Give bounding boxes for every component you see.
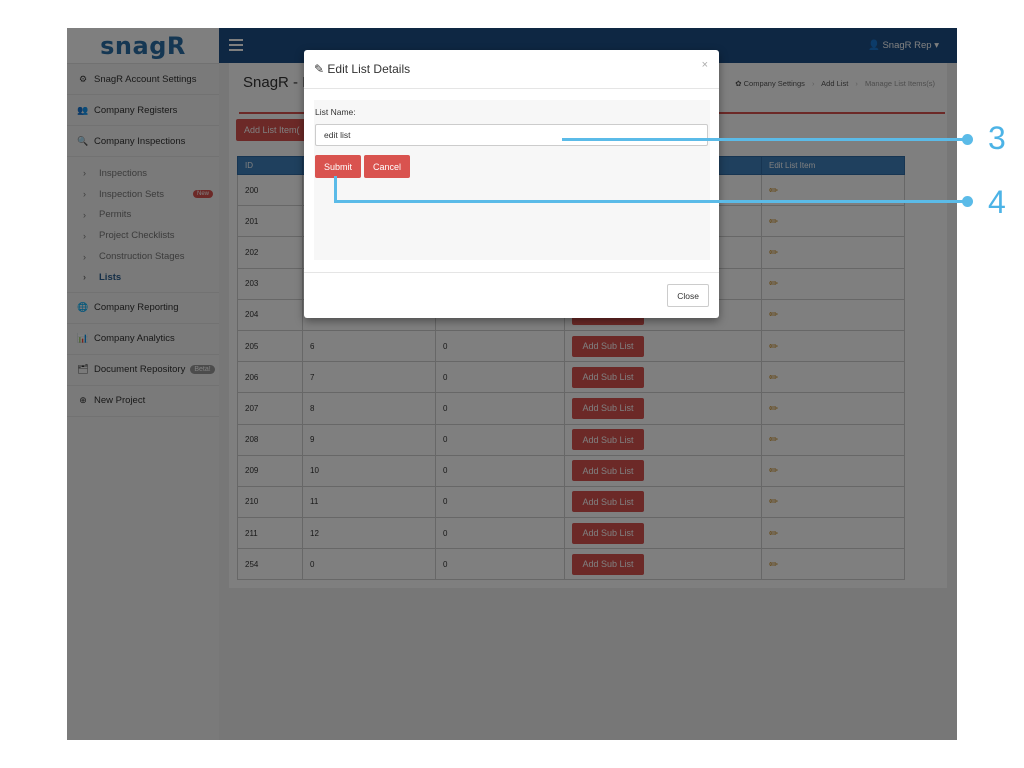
close-icon[interactable]: × [702,59,708,71]
modal-header: ✎ Edit List Details × [304,50,719,89]
edit-list-details-modal: ✎ Edit List Details × List Name: Submit … [304,50,719,318]
modal-title-text: Edit List Details [327,62,411,76]
callout-4-dot [962,196,973,207]
list-name-input[interactable] [315,124,708,146]
callout-3-number: 3 [988,120,1006,156]
callout-3-line [562,138,968,141]
callout-4-line-vertical [334,176,337,203]
list-name-label: List Name: [315,107,356,117]
cancel-button[interactable]: Cancel [364,155,411,178]
callout-4-number: 4 [988,184,1006,220]
close-button[interactable]: Close [667,284,709,307]
modal-footer: Close [304,272,719,319]
modal-title: ✎ Edit List Details [314,62,410,76]
callout-4-line [334,200,968,203]
callout-3-dot [962,134,973,145]
edit-icon: ✎ [314,62,325,76]
modal-form: List Name: Submit Cancel [314,100,710,260]
submit-button[interactable]: Submit [315,155,362,178]
